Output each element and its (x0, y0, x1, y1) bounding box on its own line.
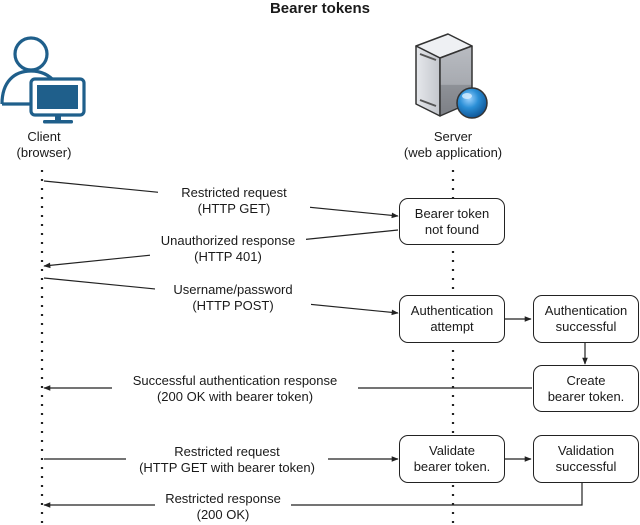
box-line2: bearer token. (547, 388, 625, 404)
msg-auth-response: Successful authentication response (200 … (112, 373, 358, 405)
box-validate-token: Validate bearer token. (399, 435, 505, 483)
arrow-restricted-response (43, 483, 583, 508)
msg-restricted-request-1: Restricted request (HTTP GET) (158, 185, 310, 217)
box-line2: bearer token. (413, 459, 491, 474)
msg-unauthorized-response: Unauthorized response (HTTP 401) (150, 233, 306, 265)
box-line2: successful (555, 459, 617, 474)
box-line2: attempt (430, 319, 474, 334)
box-line1: Bearer token (414, 205, 490, 221)
msg-line2: (HTTP POST) (192, 298, 274, 313)
msg-line1: Successful authentication response (132, 373, 338, 388)
box-line1: Authentication (410, 303, 494, 318)
box-auth-attempt: Authentication attempt (399, 295, 505, 343)
box-line1: Create (566, 372, 606, 388)
box-create-token: Create bearer token. (533, 365, 639, 412)
box-auth-successful: Authentication successful (533, 295, 639, 343)
msg-line1: Unauthorized response (160, 233, 296, 248)
msg-line2: (HTTP GET) (197, 201, 271, 216)
box-bearer-not-found: Bearer token not found (399, 198, 505, 245)
msg-line2: (200 OK) (196, 507, 250, 522)
box-line2: not found (424, 221, 480, 237)
msg-line2: (200 OK with bearer token) (156, 389, 314, 404)
msg-line2: (HTTP GET with bearer token) (139, 460, 315, 475)
box-line1: Authentication (544, 303, 628, 318)
msg-line1: Restricted request (181, 185, 287, 200)
msg-line1: Username/password (173, 282, 293, 297)
msg-line1: Restricted response (165, 491, 281, 506)
msg-restricted-request-2: Restricted request (HTTP GET with bearer… (126, 444, 328, 476)
box-validation-successful: Validation successful (533, 435, 639, 483)
box-line2: successful (555, 319, 617, 334)
box-line1: Validate (428, 443, 475, 458)
box-line1: Validation (557, 443, 615, 458)
msg-line1: Restricted request (174, 444, 280, 459)
msg-credentials: Username/password (HTTP POST) (155, 282, 311, 314)
msg-restricted-response: Restricted response (200 OK) (155, 491, 291, 523)
msg-line2: (HTTP 401) (194, 249, 262, 264)
